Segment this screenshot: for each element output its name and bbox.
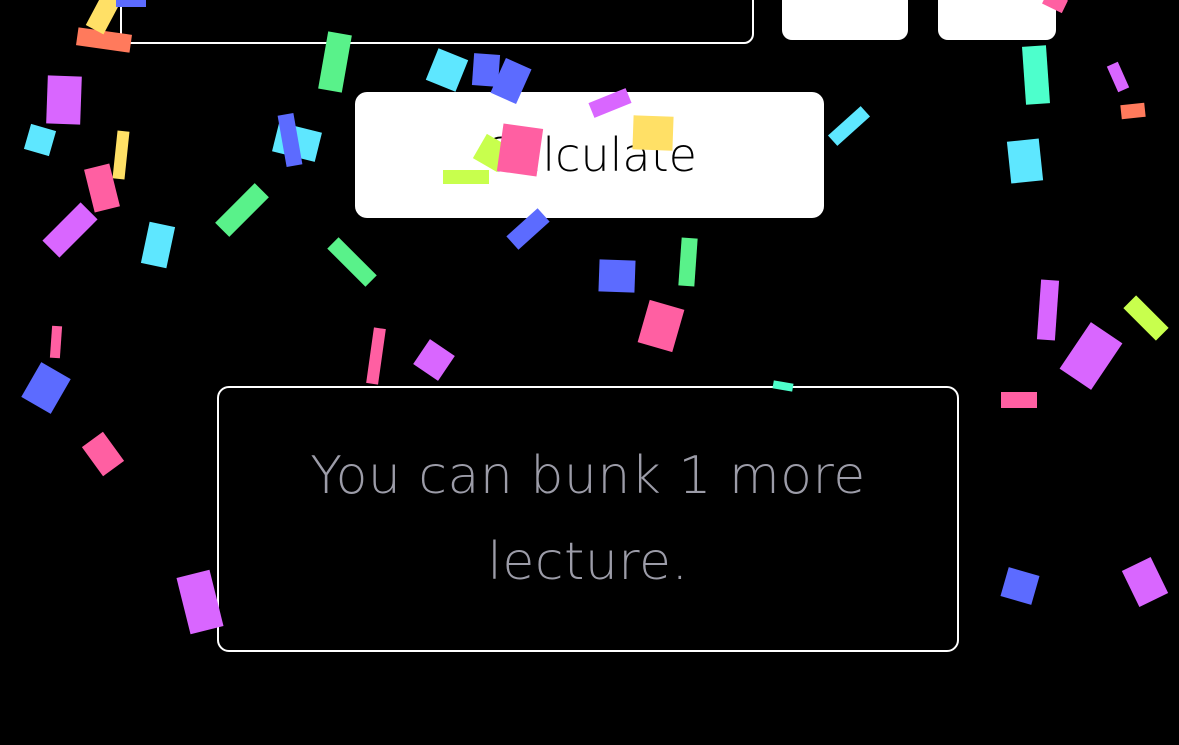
confetti-piece — [23, 123, 57, 157]
confetti-piece — [1000, 567, 1040, 605]
confetti-piece — [112, 130, 130, 180]
confetti-piece — [1123, 295, 1169, 341]
confetti-piece — [1001, 392, 1037, 408]
confetti-piece — [277, 113, 303, 167]
confetti-piece — [413, 339, 455, 381]
confetti-piece — [215, 183, 269, 237]
confetti-piece — [42, 202, 98, 258]
confetti-piece — [140, 221, 176, 269]
confetti-piece — [49, 325, 63, 359]
secondary-button[interactable] — [938, 0, 1056, 40]
previous-input-field[interactable] — [120, 0, 754, 44]
secondary-button[interactable] — [782, 0, 908, 40]
confetti-piece — [425, 48, 469, 92]
confetti-piece — [1036, 279, 1060, 341]
confetti-piece — [366, 327, 386, 385]
confetti-piece — [21, 362, 71, 414]
confetti-piece — [1022, 45, 1050, 105]
confetti-piece — [678, 237, 698, 287]
confetti-piece — [84, 163, 120, 213]
confetti-piece — [827, 106, 871, 146]
confetti-piece — [85, 0, 123, 35]
confetti-piece — [637, 299, 685, 353]
confetti-piece — [1120, 102, 1146, 120]
confetti-piece — [46, 75, 82, 125]
confetti-piece — [471, 53, 501, 87]
confetti-piece — [1059, 322, 1123, 390]
result-message: You can bunk 1 more lecture. — [310, 446, 866, 592]
confetti-piece — [1121, 557, 1169, 607]
confetti-piece — [81, 431, 125, 477]
calculate-button[interactable]: Calculate — [355, 92, 824, 218]
confetti-piece — [327, 237, 377, 287]
confetti-piece — [598, 259, 636, 293]
result-panel: You can bunk 1 more lecture. — [217, 386, 959, 652]
confetti-piece — [1106, 61, 1130, 93]
confetti-piece — [272, 122, 322, 162]
confetti-piece — [1006, 138, 1044, 184]
calculate-button-label: Calculate — [482, 128, 697, 182]
